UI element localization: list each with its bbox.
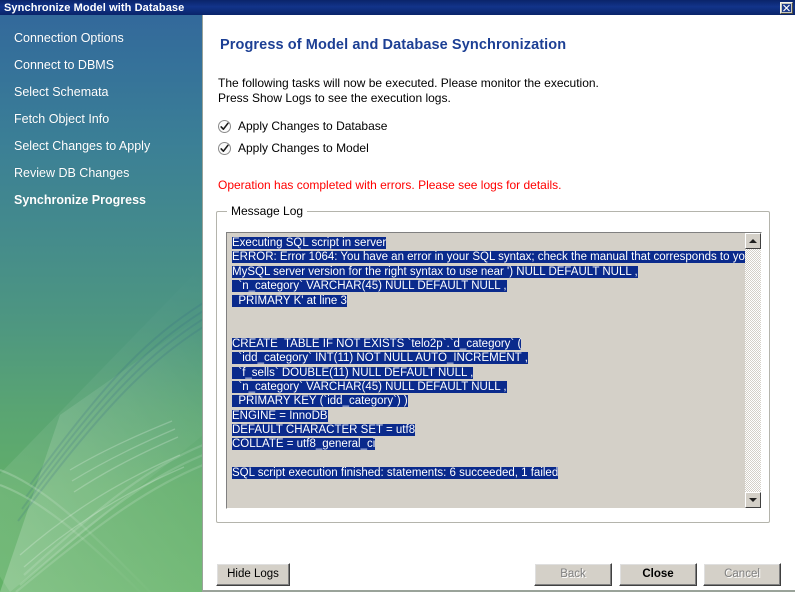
message-log-line-text: SQL script execution finished: statement… xyxy=(232,467,559,480)
hide-logs-button[interactable]: Hide Logs xyxy=(216,563,290,586)
message-log-line xyxy=(232,452,745,466)
message-log-line-text: `n_category` VARCHAR(45) NULL DEFAULT NU… xyxy=(232,280,507,293)
message-log-line: ENGINE = InnoDB xyxy=(232,409,745,423)
window-titlebar[interactable]: Synchronize Model with Database xyxy=(0,0,795,15)
message-log-line: CREATE TABLE IF NOT EXISTS `telo2p`.`d_c… xyxy=(232,337,745,351)
task-apply-changes-to-model[interactable]: Apply Changes to Model xyxy=(218,141,369,155)
intro-text-line-1: The following tasks will now be executed… xyxy=(218,76,599,90)
message-log-line-text: `idd_category` INT(11) NOT NULL AUTO_INC… xyxy=(232,352,528,365)
wizard-sidebar: Connection Options Connect to DBMS Selec… xyxy=(0,15,203,592)
dialog-body: Connection Options Connect to DBMS Selec… xyxy=(0,15,795,592)
message-log-line-text: ERROR: Error 1064: You have an error in … xyxy=(232,251,745,264)
message-log-line-text: `n_category` VARCHAR(45) NULL DEFAULT NU… xyxy=(232,380,507,393)
message-log-line: `n_category` VARCHAR(45) NULL DEFAULT NU… xyxy=(232,279,745,293)
message-log-line xyxy=(232,308,745,322)
sidebar-item-select-changes-to-apply[interactable]: Select Changes to Apply xyxy=(0,133,202,160)
sidebar-item-label: Select Changes to Apply xyxy=(14,139,151,153)
checkbox-checked-icon[interactable] xyxy=(218,141,231,155)
message-log-group: Message Log Executing SQL script in serv… xyxy=(216,204,770,523)
message-log-scrollbar[interactable] xyxy=(745,233,761,508)
sidebar-item-label: Select Schemata xyxy=(14,85,109,99)
task-label: Apply Changes to Database xyxy=(238,119,388,133)
message-log-line: SQL script execution finished: statement… xyxy=(232,466,745,480)
message-log-line: `idd_category` INT(11) NOT NULL AUTO_INC… xyxy=(232,351,745,365)
message-log-line-text: COLLATE = utf8_general_ci xyxy=(232,438,376,451)
wizard-step-list: Connection Options Connect to DBMS Selec… xyxy=(0,15,202,214)
sidebar-item-connection-options[interactable]: Connection Options xyxy=(0,25,202,52)
intro-text-line-2: Press Show Logs to see the execution log… xyxy=(218,91,451,105)
close-dialog-button[interactable]: Close xyxy=(619,563,697,586)
message-log-line-text: Executing SQL script in server xyxy=(232,237,387,249)
message-log-line-text: `f_sells` DOUBLE(11) NULL DEFAULT NULL , xyxy=(232,366,474,379)
content-panel: Progress of Model and Database Synchroni… xyxy=(203,15,795,592)
task-apply-changes-to-database[interactable]: Apply Changes to Database xyxy=(218,119,387,133)
window-title: Synchronize Model with Database xyxy=(4,1,185,14)
message-log-box[interactable]: Executing SQL script in server ERROR: Err… xyxy=(226,232,762,509)
message-log-line-text: CREATE TABLE IF NOT EXISTS `telo2p`.`d_c… xyxy=(232,337,522,350)
message-log-line: PRIMARY KEY (`idd_category`) ) xyxy=(232,394,745,408)
sidebar-item-label: Connection Options xyxy=(14,31,124,45)
message-log-text[interactable]: Executing SQL script in server ERROR: Err… xyxy=(227,233,745,508)
page-title: Progress of Model and Database Synchroni… xyxy=(220,37,567,53)
message-log-line-text: MySQL server version for the right synta… xyxy=(232,265,638,278)
sidebar-item-review-db-changes[interactable]: Review DB Changes xyxy=(0,160,202,187)
sidebar-item-synchronize-progress[interactable]: Synchronize Progress xyxy=(0,187,202,214)
sidebar-item-fetch-object-info[interactable]: Fetch Object Info xyxy=(0,106,202,133)
status-error-message: Operation has completed with errors. Ple… xyxy=(218,178,562,192)
scroll-down-icon[interactable] xyxy=(745,492,761,508)
message-log-line xyxy=(232,322,745,336)
sidebar-item-label: Synchronize Progress xyxy=(14,193,146,207)
message-log-line: `n_category` VARCHAR(45) NULL DEFAULT NU… xyxy=(232,380,745,394)
message-log-line-text: DEFAULT CHARACTER SET = utf8 xyxy=(232,424,416,437)
close-button[interactable] xyxy=(780,1,793,14)
dialog-button-bar: Hide Logs Back Close Cancel xyxy=(203,545,795,592)
sidebar-item-label: Connect to DBMS xyxy=(14,58,115,72)
message-log-line: Executing SQL script in server xyxy=(232,236,745,250)
message-log-line: COLLATE = utf8_general_ci xyxy=(232,437,745,451)
message-log-line-text: ENGINE = InnoDB xyxy=(232,409,328,422)
message-log-group-label: Message Log xyxy=(227,204,308,218)
message-log-line-text: PRIMARY K' at line 3 xyxy=(232,294,347,307)
back-button: Back xyxy=(534,563,612,586)
sidebar-item-label: Fetch Object Info xyxy=(14,112,110,126)
message-log-line-text: PRIMARY KEY (`idd_category`) ) xyxy=(232,395,408,408)
sidebar-item-label: Review DB Changes xyxy=(14,166,130,180)
cancel-button: Cancel xyxy=(703,563,781,586)
message-log-line: DEFAULT CHARACTER SET = utf8 xyxy=(232,423,745,437)
message-log-line: `f_sells` DOUBLE(11) NULL DEFAULT NULL , xyxy=(232,366,745,380)
message-log-line: PRIMARY K' at line 3 xyxy=(232,294,745,308)
sidebar-item-connect-to-dbms[interactable]: Connect to DBMS xyxy=(0,52,202,79)
task-label: Apply Changes to Model xyxy=(238,141,369,155)
sidebar-item-select-schemata[interactable]: Select Schemata xyxy=(0,79,202,106)
message-log-line: ERROR: Error 1064: You have an error in … xyxy=(232,250,745,264)
scroll-up-icon[interactable] xyxy=(745,233,761,249)
checkbox-checked-icon[interactable] xyxy=(218,119,231,133)
message-log-line: MySQL server version for the right synta… xyxy=(232,265,745,279)
